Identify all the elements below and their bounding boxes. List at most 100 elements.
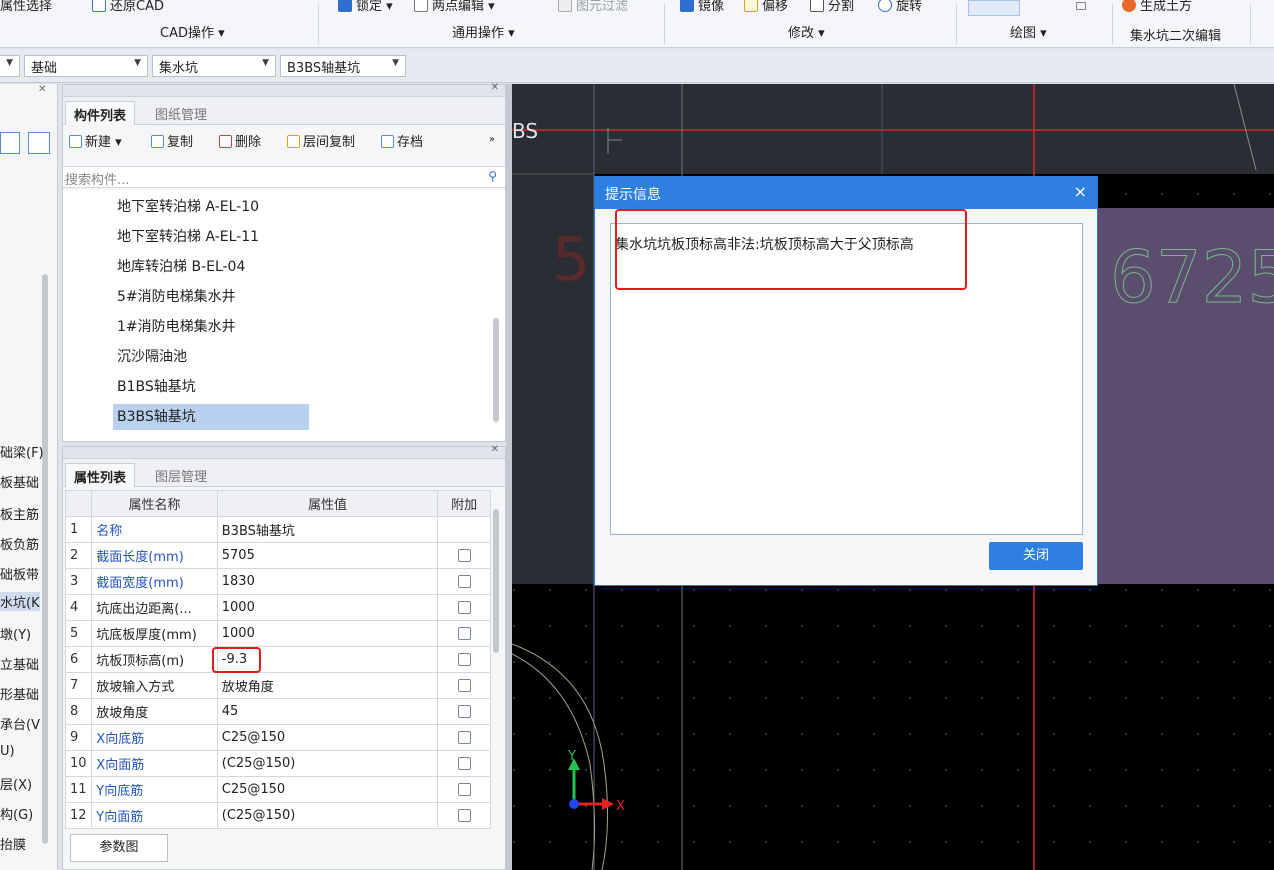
attach-checkbox[interactable] bbox=[457, 783, 471, 796]
draw-point-tool[interactable] bbox=[1076, 2, 1086, 10]
list-item-selected[interactable]: B3BS轴基坑 bbox=[113, 404, 309, 430]
cad-ops-group[interactable]: CAD操作 ▾ bbox=[160, 22, 225, 41]
table-row[interactable]: 9 X向底筋 C25@150 bbox=[64, 724, 491, 751]
close-icon[interactable]: ✕ bbox=[491, 82, 499, 93]
component-type-dropdown[interactable]: 集水坑 ▼ bbox=[152, 55, 276, 77]
list-item[interactable]: 5#消防电梯集水井 bbox=[113, 284, 240, 310]
tree-scrollbar[interactable] bbox=[42, 274, 48, 844]
property-value[interactable]: 1830 bbox=[216, 568, 439, 595]
property-value[interactable]: 5705 bbox=[216, 542, 439, 569]
archive-button[interactable]: 存档 bbox=[381, 131, 423, 150]
property-value[interactable]: 45 bbox=[216, 698, 439, 725]
table-row[interactable]: 5 坑底板厚度(mm) 1000 bbox=[64, 620, 491, 647]
property-value[interactable]: (C25@150) bbox=[216, 750, 439, 777]
generate-earthwork-button[interactable]: 生成土方 bbox=[1122, 0, 1192, 14]
table-row[interactable]: 2 截面长度(mm) 5705 bbox=[64, 542, 491, 569]
offset-button[interactable]: 偏移 bbox=[744, 0, 788, 14]
component-dropdown[interactable]: B3BS轴基坑 ▼ bbox=[280, 55, 406, 77]
property-value[interactable]: B3BS轴基坑 bbox=[216, 516, 439, 543]
attach-checkbox[interactable] bbox=[457, 627, 471, 640]
table-row[interactable]: 4 坑底出边距离(... 1000 bbox=[64, 594, 491, 621]
tab-drawing-management[interactable]: 图纸管理 bbox=[147, 101, 215, 126]
attach-checkbox[interactable] bbox=[457, 809, 471, 822]
floor-prefix-dropdown[interactable]: ▼ bbox=[0, 55, 20, 77]
attach-checkbox[interactable] bbox=[457, 731, 471, 744]
list-scrollbar[interactable] bbox=[493, 318, 499, 422]
tree-item[interactable]: 形基础 bbox=[0, 684, 39, 703]
close-button[interactable]: 关闭 bbox=[989, 542, 1083, 570]
property-value[interactable]: C25@150 bbox=[216, 724, 439, 751]
property-value[interactable]: (C25@150) bbox=[216, 802, 439, 829]
sump-secondary-edit-group[interactable]: 集水坑二次编辑 bbox=[1130, 25, 1221, 44]
split-button[interactable]: 分割 bbox=[810, 0, 854, 14]
table-row[interactable]: 11 Y向底筋 C25@150 bbox=[64, 776, 491, 803]
table-row[interactable]: 6 坑板顶标高(m) -9.3 bbox=[64, 646, 491, 673]
tree-item[interactable]: 抬膜 bbox=[0, 834, 26, 853]
property-value[interactable]: 放坡角度 bbox=[216, 672, 439, 699]
draw-rectangle-tool[interactable] bbox=[968, 0, 1020, 16]
attach-checkbox[interactable] bbox=[457, 549, 471, 562]
param-diagram-button[interactable]: 参数图 bbox=[70, 834, 168, 862]
attribute-select-button[interactable]: 属性选择 bbox=[0, 0, 52, 14]
general-ops-group[interactable]: 通用操作 ▾ bbox=[452, 22, 515, 41]
rotate-button[interactable]: 旋转 bbox=[878, 0, 922, 14]
table-row[interactable]: 8 放坡角度 45 bbox=[64, 698, 491, 725]
floor-copy-button[interactable]: 层间复制 bbox=[287, 131, 355, 150]
mirror-button[interactable]: 镜像 bbox=[680, 0, 724, 14]
close-icon[interactable]: × bbox=[1074, 182, 1087, 201]
detail-view-icon[interactable] bbox=[28, 132, 50, 154]
search-icon[interactable]: ⚲ bbox=[488, 169, 497, 183]
tree-item[interactable]: 构(G) bbox=[0, 804, 33, 823]
tab-property-list[interactable]: 属性列表 bbox=[65, 463, 136, 487]
list-item[interactable]: 1#消防电梯集水井 bbox=[113, 314, 240, 340]
tab-layer-management[interactable]: 图层管理 bbox=[147, 463, 215, 488]
tree-item[interactable]: 承台(V bbox=[0, 714, 40, 733]
tree-item-sump-selected[interactable]: 水坑(K bbox=[0, 592, 40, 611]
tree-item[interactable]: 板负筋 bbox=[0, 534, 39, 553]
draw-group[interactable]: 绘图 ▾ bbox=[1010, 22, 1047, 41]
table-row[interactable]: 7 放坡输入方式 放坡角度 bbox=[64, 672, 491, 699]
table-row[interactable]: 10 X向面筋 (C25@150) bbox=[64, 750, 491, 777]
list-item[interactable]: 地下室转泊梯 A-EL-11 bbox=[113, 224, 263, 250]
list-item[interactable]: 地下室转泊梯 A-EL-10 bbox=[113, 194, 263, 220]
tab-component-list[interactable]: 构件列表 bbox=[65, 101, 136, 125]
table-row[interactable]: 1 名称 B3BS轴基坑 bbox=[64, 516, 491, 543]
delete-button[interactable]: 删除 bbox=[219, 131, 261, 150]
attach-checkbox[interactable] bbox=[457, 705, 471, 718]
close-icon[interactable]: ✕ bbox=[38, 84, 46, 95]
property-scrollbar[interactable] bbox=[493, 509, 499, 653]
tree-item[interactable]: 板基础 bbox=[0, 472, 39, 491]
attach-checkbox[interactable] bbox=[457, 679, 471, 692]
attach-checkbox[interactable] bbox=[457, 653, 471, 666]
tree-item[interactable]: 立基础 bbox=[0, 654, 39, 673]
element-filter-button[interactable]: 图元过滤 bbox=[558, 0, 628, 14]
list-item[interactable]: B1BS轴基坑 bbox=[113, 374, 200, 400]
restore-cad-button[interactable]: 还原CAD bbox=[92, 0, 164, 14]
property-value[interactable]: C25@150 bbox=[216, 776, 439, 803]
modify-group[interactable]: 修改 ▾ bbox=[788, 22, 825, 41]
tree-item[interactable]: 础梁(F) bbox=[0, 442, 44, 461]
two-point-edit-button[interactable]: 两点编辑 ▾ bbox=[414, 0, 495, 14]
property-value[interactable]: 1000 bbox=[216, 620, 439, 647]
new-button[interactable]: 新建 ▾ bbox=[69, 131, 122, 150]
attach-checkbox[interactable] bbox=[457, 757, 471, 770]
attach-checkbox[interactable] bbox=[457, 601, 471, 614]
tree-item[interactable]: 础板带 bbox=[0, 564, 39, 583]
list-view-icon[interactable] bbox=[0, 132, 20, 154]
close-icon[interactable]: ✕ bbox=[491, 444, 499, 455]
tree-item[interactable]: U) bbox=[0, 744, 15, 759]
copy-button[interactable]: 复制 bbox=[151, 131, 193, 150]
table-row[interactable]: 3 截面宽度(mm) 1830 bbox=[64, 568, 491, 595]
table-row[interactable]: 12 Y向面筋 (C25@150) bbox=[64, 802, 491, 829]
lock-button[interactable]: 锁定 ▾ bbox=[338, 0, 393, 14]
tree-item[interactable]: 墩(Y) bbox=[0, 624, 31, 643]
tree-item[interactable]: 板主筋 bbox=[0, 504, 39, 523]
tree-item[interactable]: 层(X) bbox=[0, 774, 32, 793]
list-item[interactable]: 沉沙隔油池 bbox=[113, 344, 191, 370]
floor-dropdown[interactable]: 基础 ▼ bbox=[24, 55, 148, 77]
attach-checkbox[interactable] bbox=[457, 575, 471, 588]
more-icon[interactable]: » bbox=[489, 134, 495, 145]
search-input[interactable]: 搜索构件... ⚲ bbox=[63, 166, 505, 188]
property-value[interactable]: 1000 bbox=[216, 594, 439, 621]
list-item[interactable]: 地库转泊梯 B-EL-04 bbox=[113, 254, 249, 280]
